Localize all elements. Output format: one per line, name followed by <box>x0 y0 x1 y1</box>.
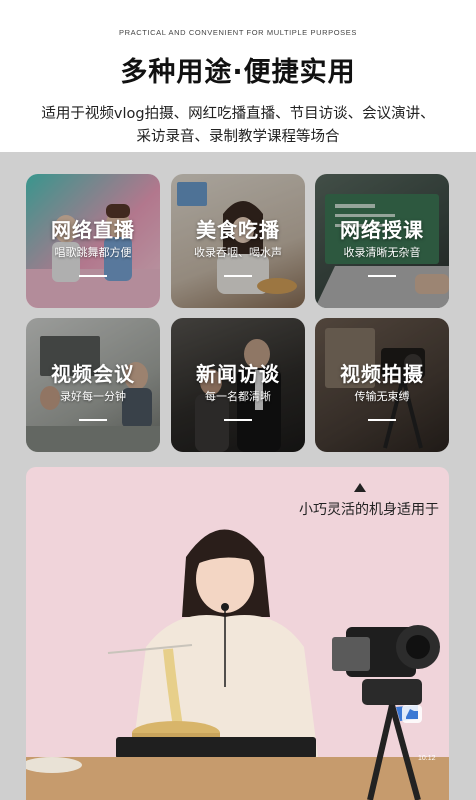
lavalier-mic <box>221 603 229 611</box>
tile-subtitle: 唱歌跳舞都方便 <box>54 246 132 259</box>
page-title: 多种用途·便捷实用 <box>120 57 356 88</box>
description-line-2: 采访录音、录制教学课程等场合 <box>136 129 340 145</box>
tile-divider <box>224 419 252 421</box>
tile-news-interview: 新闻访谈 每一名都清晰 <box>171 318 305 452</box>
tile-video-shooting: 视频拍摄 传输无束缚 <box>315 318 449 452</box>
header-section: PRACTICAL AND CONVENIENT FOR MULTIPLE PU… <box>0 0 476 152</box>
tile-subtitle: 传输无束缚 <box>354 390 410 403</box>
tile-divider <box>368 275 396 277</box>
tile-subtitle: 录好每一分钟 <box>60 390 126 403</box>
tile-title: 新闻访谈 <box>196 362 280 386</box>
tile-video-conference: 视频会议 录好每一分钟 <box>26 318 160 452</box>
tile-online-teaching: 网络授课 收录清晰无杂音 <box>315 174 449 308</box>
tile-divider <box>368 419 396 421</box>
camera-timestamp: 10:12 <box>418 755 436 762</box>
tile-title: 视频会议 <box>51 362 135 386</box>
tile-live-streaming: 网络直播 唱歌跳舞都方便 <box>26 174 160 308</box>
tile-title: 美食吃播 <box>196 218 280 242</box>
stove <box>116 737 316 759</box>
caption-pointer <box>354 483 366 492</box>
tile-divider <box>79 275 107 277</box>
tile-divider <box>79 419 107 421</box>
description: 适用于视频vlog拍摄、网红吃播直播、节目访谈、会议演讲、 采访录音、录制教学课… <box>0 103 476 149</box>
table <box>26 757 449 800</box>
tile-title: 网络直播 <box>51 218 135 242</box>
tile-subtitle: 每一名都清晰 <box>205 390 271 403</box>
tripod-head <box>362 679 422 705</box>
hero-caption: 小巧灵活的机身适用于 <box>299 502 439 518</box>
tile-subtitle: 收录清晰无杂音 <box>343 246 421 259</box>
tile-title: 视频拍摄 <box>340 362 424 386</box>
tile-divider <box>224 275 252 277</box>
hero-banner: 小巧灵活的机身适用于 10:12 <box>26 467 449 800</box>
description-line-1: 适用于视频vlog拍摄、网红吃播直播、节目访谈、会议演讲、 <box>41 106 435 122</box>
camera-screen <box>332 637 370 671</box>
tile-title: 网络授课 <box>340 218 424 242</box>
tile-subtitle: 收录吞咽、喝水声 <box>194 246 282 259</box>
eyebrow-text: PRACTICAL AND CONVENIENT FOR MULTIPLE PU… <box>119 28 357 37</box>
tile-food-streaming: 美食吃播 收录吞咽、喝水声 <box>171 174 305 308</box>
